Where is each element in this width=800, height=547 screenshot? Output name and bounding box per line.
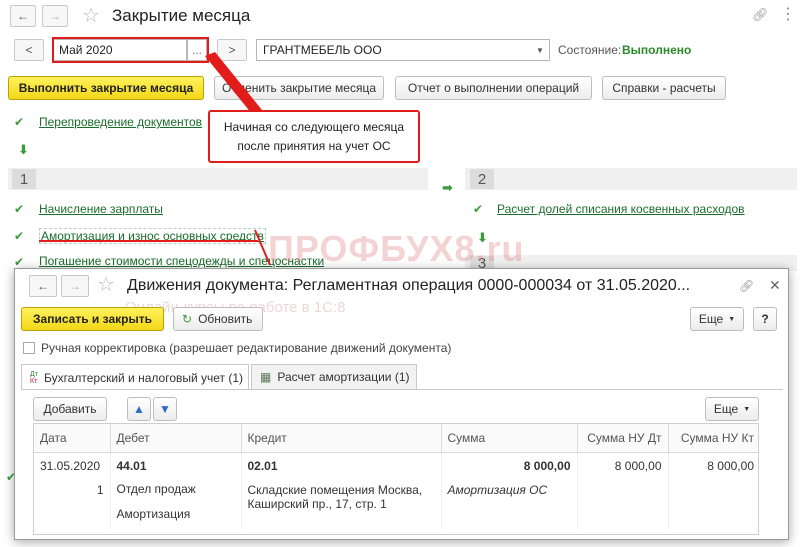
- table-header-row: Дата Дебет Кредит Сумма Сумма НУ Дт Сумм…: [34, 424, 758, 453]
- cell-credit-subconto: Складские помещения Москва, Каширский пр…: [241, 474, 442, 529]
- cell-debit-account: 44.01: [110, 452, 242, 475]
- dialog-forward-button[interactable]: →: [61, 275, 89, 297]
- cell-sum-nu-dt: 8 000,00: [577, 452, 669, 475]
- link-icon[interactable]: 🔗︎: [739, 279, 754, 293]
- cell-content: Амортизация ОС: [441, 474, 578, 529]
- chevron-down-icon: ▼: [728, 315, 736, 323]
- save-close-button[interactable]: Записать и закрыть: [21, 307, 164, 331]
- add-button[interactable]: Добавить: [33, 397, 107, 421]
- tab-accounting[interactable]: Дт Кт Бухгалтерский и налоговый учет (1): [21, 364, 249, 390]
- callout-note: Начиная со следующего месяца после приня…: [208, 110, 420, 163]
- tab-depreciation-calc[interactable]: ▦ Расчет амортизации (1): [251, 364, 417, 389]
- table-more-button[interactable]: Еще ▼: [705, 397, 759, 421]
- arrow-up-icon: ▲: [133, 402, 145, 416]
- movements-table: Дата Дебет Кредит Сумма Сумма НУ Дт Сумм…: [33, 423, 759, 535]
- arrow-left-icon: ←: [37, 279, 49, 293]
- star-icon[interactable]: ☆: [97, 272, 115, 297]
- table-icon: ▦: [260, 370, 272, 384]
- movements-dialog: ← → ☆ Движения документа: Регламентная о…: [14, 268, 789, 540]
- depreciation-pointer: [254, 229, 271, 266]
- manual-correction-checkbox[interactable]: [23, 342, 35, 354]
- col-sum[interactable]: Сумма: [441, 424, 578, 453]
- table-row[interactable]: 31.05.2020 44.01 02.01 8 000,00 8 000,00…: [34, 452, 758, 475]
- col-date[interactable]: Дата: [34, 424, 111, 453]
- help-button[interactable]: ?: [753, 307, 777, 331]
- chevron-down-icon: ▼: [743, 405, 751, 413]
- move-up-button[interactable]: ▲: [127, 397, 151, 421]
- callout-line-2: после принятия на учет ОС: [237, 138, 391, 153]
- cell-empty: [668, 475, 758, 529]
- col-credit[interactable]: Кредит: [241, 424, 442, 453]
- cell-line-number: 1: [34, 474, 111, 529]
- arrow-down-blue-icon: ▼: [159, 402, 171, 416]
- close-icon[interactable]: ✕: [769, 277, 781, 294]
- cell-sum: 8 000,00: [441, 452, 578, 475]
- callout-line-1: Начиная со следующего месяца: [223, 119, 405, 134]
- tab-divider: [21, 389, 783, 390]
- dt-kt-icon: Дт Кт: [30, 370, 38, 385]
- col-sum-nu-kt[interactable]: Сумма НУ Кт: [668, 424, 758, 453]
- refresh-icon: ↻: [182, 312, 193, 326]
- cell-empty: [577, 474, 669, 529]
- col-sum-nu-dt[interactable]: Сумма НУ Дт: [577, 424, 669, 453]
- refresh-button[interactable]: ↻ Обновить: [173, 307, 263, 331]
- col-debit[interactable]: Дебет: [110, 424, 242, 453]
- cell-date: 31.05.2020: [34, 452, 111, 475]
- dialog-back-button[interactable]: ←: [29, 275, 57, 297]
- manual-correction-label: Ручная корректировка (разрешает редактир…: [41, 341, 452, 355]
- dialog-title: Движения документа: Регламентная операци…: [127, 277, 691, 294]
- arrow-right-icon: →: [69, 279, 81, 293]
- cell-credit-account: 02.01: [241, 452, 442, 475]
- callout-pointer: [205, 52, 262, 114]
- cell-sum-nu-kt: 8 000,00: [707, 458, 754, 473]
- cell-debit-subconto: Отдел продаж Амортизация: [110, 474, 242, 529]
- more-menu-button[interactable]: Еще ▼: [690, 307, 744, 331]
- table-row-detail[interactable]: 1 Отдел продаж Амортизация Складские пом…: [34, 474, 758, 529]
- move-down-button[interactable]: ▼: [153, 397, 177, 421]
